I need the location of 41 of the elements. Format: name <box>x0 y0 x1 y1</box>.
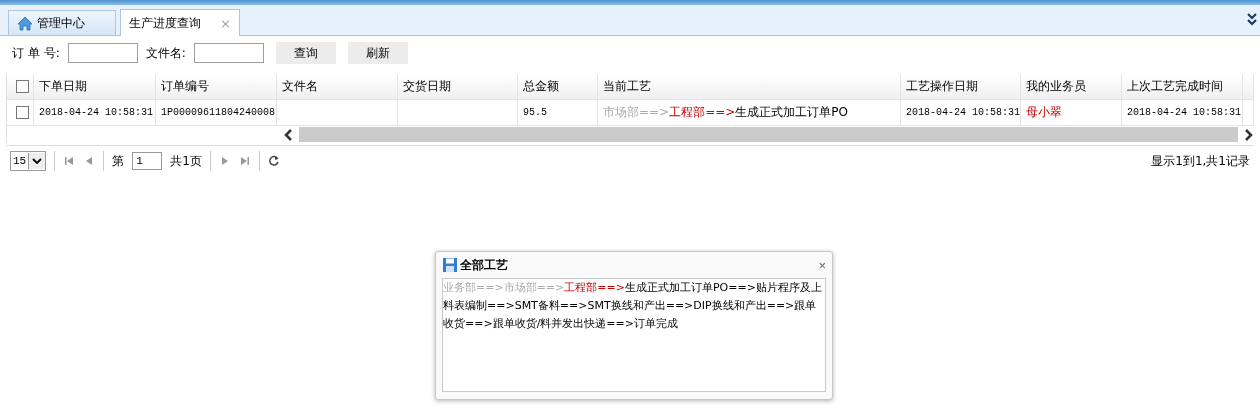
scroll-left-icon[interactable] <box>283 128 295 141</box>
column-header[interactable]: 订单编号 <box>161 78 209 95</box>
table-cell: 2018-04-24 10:58:31 <box>1127 107 1242 118</box>
home-icon <box>17 15 33 31</box>
scrollbar-thumb[interactable] <box>299 127 1238 142</box>
table-cell: 1P00009611804240008 <box>161 107 276 118</box>
dialog-title: 全部工艺 <box>460 256 508 274</box>
table-cell: 母小翠 <box>1026 104 1062 121</box>
row-checkbox[interactable] <box>16 106 29 119</box>
page-size-select[interactable]: 15 <box>10 151 47 171</box>
page-count: 共1页 <box>170 152 202 170</box>
field-label: 订 单 号: <box>12 44 60 62</box>
tab[interactable]: 管理中心 <box>8 10 116 35</box>
scroll-right-icon[interactable] <box>1242 128 1254 141</box>
table-cell: 2018-04-24 10:58:31 <box>906 107 1020 118</box>
process-cell[interactable]: 市场部==>工程部==>生成正式加工订单PO <box>603 104 849 121</box>
column-header[interactable]: 交货日期 <box>403 78 451 95</box>
tab[interactable]: 生产进度查询 × <box>120 9 240 36</box>
double-chevron-down-icon[interactable] <box>1246 12 1258 26</box>
column-header[interactable]: 当前工艺 <box>603 78 651 95</box>
last-page-icon[interactable] <box>238 155 251 167</box>
table-cell: 2018-04-24 10:58:31 <box>39 107 154 118</box>
first-page-icon[interactable] <box>63 155 76 167</box>
column-header[interactable]: 文件名 <box>282 78 318 95</box>
column-header[interactable]: 我的业务员 <box>1026 78 1086 95</box>
toolbar-button[interactable]: 刷新 <box>347 42 408 64</box>
page-input[interactable]: 1 <box>132 152 163 170</box>
column-header[interactable]: 工艺操作日期 <box>906 78 978 95</box>
record-summary: 显示1到1,共1记录 <box>1151 152 1250 170</box>
process-steps-text: 业务部==>市场部==>工程部==>生成正式加工订单PO==>贴片程序及上料表编制==>SMT备料==>SMT换线和产出==>DIP换线和产出==>跟单收货==>跟单收货/料并发出快递==>订单完成 <box>443 280 823 332</box>
toolbar-button[interactable]: 查询 <box>275 42 336 64</box>
input-field[interactable] <box>193 43 264 63</box>
column-header[interactable]: 上次工艺完成时间 <box>1127 78 1223 95</box>
input-field[interactable] <box>67 43 138 63</box>
page-label: 第 <box>112 152 125 170</box>
column-header[interactable]: 总金额 <box>523 78 559 95</box>
field-label: 文件名: <box>145 44 186 62</box>
column-header[interactable]: 下单日期 <box>39 78 87 95</box>
select-all-checkbox[interactable] <box>16 80 29 93</box>
table-cell: 95.5 <box>523 107 547 118</box>
refresh-icon[interactable] <box>267 155 280 167</box>
